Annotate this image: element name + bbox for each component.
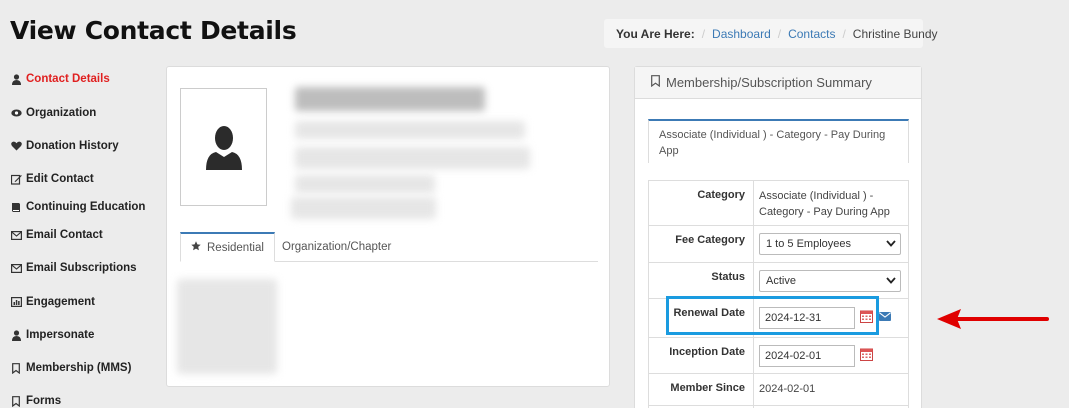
chart-icon xyxy=(10,296,22,308)
membership-details-table: Category Associate (Individual ) - Categ… xyxy=(648,180,909,408)
sidebar-item-label: Continuing Education xyxy=(26,201,146,213)
eye-icon xyxy=(10,107,22,119)
sidebar-item-label: Contact Details xyxy=(26,73,110,85)
annotation-arrow-icon xyxy=(937,309,1049,329)
envelope-icon xyxy=(10,229,22,241)
redacted-contact-name xyxy=(295,87,485,111)
calendar-icon[interactable] xyxy=(860,348,873,364)
redacted-contact-details xyxy=(291,197,436,219)
chevron-down-icon xyxy=(886,275,896,287)
category-value: Associate (Individual ) - Category - Pay… xyxy=(753,180,909,226)
row-category: Category Associate (Individual ) - Categ… xyxy=(648,180,909,226)
status-label: Status xyxy=(648,262,754,299)
sidebar-item-forms[interactable]: Forms xyxy=(10,395,61,407)
bookmark-icon xyxy=(10,395,22,407)
breadcrumb-separator: / xyxy=(777,26,782,41)
summary-header: Membership/Subscription Summary xyxy=(635,67,921,99)
sidebar-item-label: Donation History xyxy=(26,140,119,152)
breadcrumb: You Are Here: / Dashboard / Contacts / C… xyxy=(604,19,938,48)
bookmark-icon xyxy=(10,362,22,374)
redacted-contact-details xyxy=(295,147,530,169)
redacted-contact-details xyxy=(295,121,525,139)
sidebar-item-label: Email Contact xyxy=(26,229,103,241)
tab-residential[interactable]: Residential xyxy=(180,232,275,262)
status-cell: Active xyxy=(753,262,909,299)
tab-organization-chapter[interactable]: Organization/Chapter xyxy=(272,232,401,262)
sidebar-item-membership[interactable]: Membership (MMS) xyxy=(10,362,131,374)
envelope-icon[interactable] xyxy=(879,312,891,324)
redacted-contact-details xyxy=(295,175,435,193)
summary-title: Membership/Subscription Summary xyxy=(666,75,872,90)
sidebar-item-label: Organization xyxy=(26,107,97,119)
fee-category-cell: 1 to 5 Employees xyxy=(753,225,909,263)
page-title: View Contact Details xyxy=(10,16,297,45)
breadcrumb-contacts-link[interactable]: Contacts xyxy=(788,27,835,41)
sidebar-item-contact-details[interactable]: Contact Details xyxy=(10,73,110,85)
breadcrumb-separator: / xyxy=(842,26,846,41)
status-value: Active xyxy=(766,275,796,287)
sidebar-item-label: Membership (MMS) xyxy=(26,362,132,374)
chevron-down-icon xyxy=(886,238,896,250)
breadcrumb-separator: / xyxy=(701,26,706,41)
contact-photo xyxy=(180,88,267,206)
tab-label: Organization/Chapter xyxy=(282,241,392,253)
sidebar-item-donation-history[interactable]: Donation History xyxy=(10,140,119,152)
heart-icon xyxy=(10,140,22,152)
member-since-label: Member Since xyxy=(648,373,754,406)
row-fee-category: Fee Category 1 to 5 Employees xyxy=(648,225,909,263)
fee-category-label: Fee Category xyxy=(648,225,754,263)
membership-plan-tab[interactable]: Associate (Individual ) - Category - Pay… xyxy=(648,119,909,163)
sidebar-item-label: Forms xyxy=(26,395,62,407)
breadcrumb-label: You Are Here: xyxy=(616,26,695,41)
sidebar-item-engagement[interactable]: Engagement xyxy=(10,296,95,308)
row-inception-date: Inception Date 2024-02-01 xyxy=(648,337,909,374)
tab-label: Residential xyxy=(207,241,264,254)
renewal-date-highlight-box xyxy=(666,296,879,335)
sidebar-item-edit-contact[interactable]: Edit Contact xyxy=(10,173,94,185)
inception-date-label: Inception Date xyxy=(648,337,754,374)
contact-tabs: Residential Organization/Chapter xyxy=(180,232,598,262)
row-member-since: Member Since 2024-02-01 xyxy=(648,373,909,406)
contact-info-panel: Residential Organization/Chapter xyxy=(166,66,610,387)
inception-date-cell: 2024-02-01 xyxy=(753,337,909,374)
membership-summary-panel: Membership/Subscription Summary Associat… xyxy=(634,66,922,408)
inception-date-input[interactable]: 2024-02-01 xyxy=(759,345,855,367)
sidebar-item-label: Impersonate xyxy=(26,329,95,341)
envelope-icon xyxy=(10,262,22,274)
breadcrumb-current: Christine Bundy xyxy=(852,26,938,41)
sidebar-item-email-subscriptions[interactable]: Email Subscriptions xyxy=(10,262,137,274)
row-status: Status Active xyxy=(648,262,909,299)
breadcrumb-dashboard-link[interactable]: Dashboard xyxy=(712,27,771,41)
status-select[interactable]: Active xyxy=(759,270,901,292)
sidebar-item-label: Edit Contact xyxy=(26,173,94,185)
redacted-address xyxy=(177,279,277,374)
fee-category-value: 1 to 5 Employees xyxy=(766,238,851,250)
sidebar-item-label: Email Subscriptions xyxy=(26,262,137,274)
bookmark-icon xyxy=(651,75,660,90)
user-icon xyxy=(10,329,22,341)
sidebar-item-email-contact[interactable]: Email Contact xyxy=(10,229,103,241)
avatar-placeholder-icon xyxy=(205,126,242,170)
category-label: Category xyxy=(648,180,754,226)
sidebar-item-organization[interactable]: Organization xyxy=(10,107,96,119)
star-icon xyxy=(191,241,201,254)
book-icon xyxy=(10,201,22,213)
fee-category-select[interactable]: 1 to 5 Employees xyxy=(759,233,901,255)
sidebar-item-label: Engagement xyxy=(26,296,96,308)
sidebar-item-continuing-education[interactable]: Continuing Education xyxy=(10,201,145,213)
user-icon xyxy=(10,73,22,85)
member-since-value: 2024-02-01 xyxy=(753,373,909,406)
edit-icon xyxy=(10,173,22,185)
sidebar-item-impersonate[interactable]: Impersonate xyxy=(10,329,94,341)
